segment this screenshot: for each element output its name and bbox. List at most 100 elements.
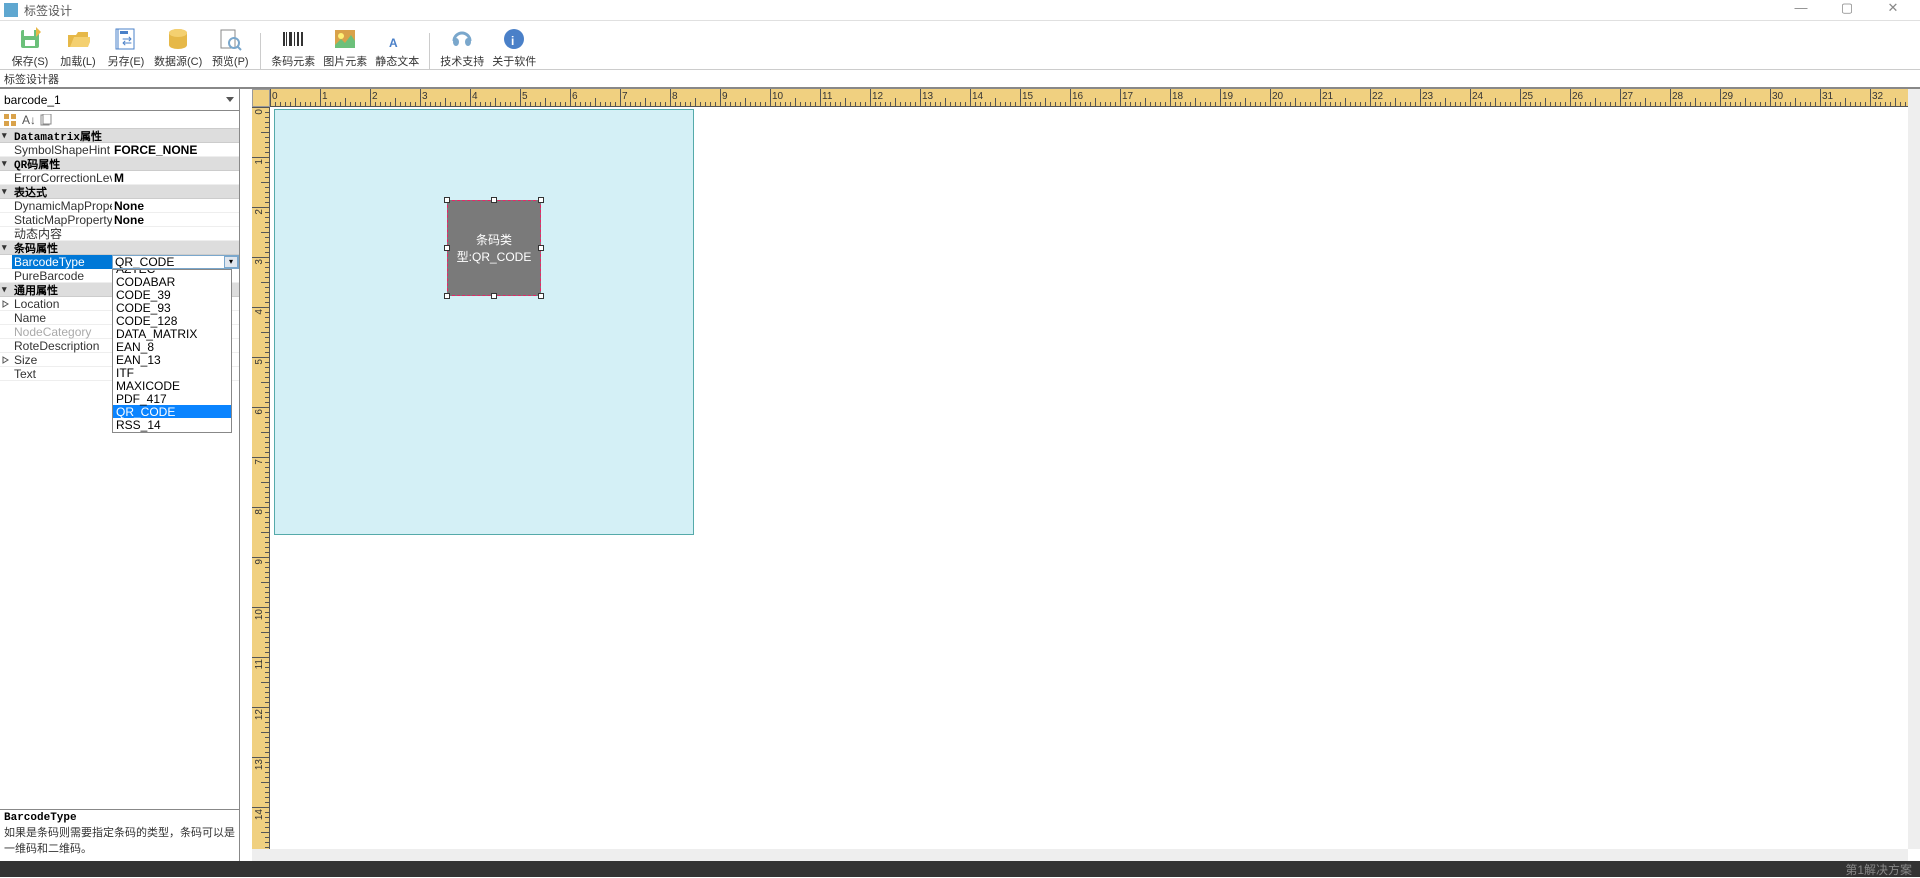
barcode-element-label: 条码类 型:QR_CODE — [457, 231, 532, 265]
svg-text:i: i — [511, 34, 514, 48]
property-grid[interactable]: Datamatrix属性SymbolShapeHintFORCE_NONEQR码… — [0, 129, 239, 809]
load-icon — [66, 27, 90, 51]
datasrc-label: 数据源(C) — [154, 53, 202, 69]
prop-value[interactable]: FORCE_NONE — [112, 143, 239, 157]
save-icon — [18, 27, 42, 51]
preview-label: 预览(P) — [212, 53, 249, 69]
preview-button[interactable]: 预览(P) — [210, 27, 250, 69]
save-label: 保存(S) — [12, 53, 49, 69]
statusbar: 第1解决方案 — [0, 861, 1920, 877]
ruler-horizontal: 0123456789101112131415161718192021222324… — [270, 89, 1908, 107]
dropdown-item-PDF_417[interactable]: PDF_417 — [113, 392, 231, 405]
prop-key: BarcodeType — [12, 255, 112, 269]
about-label: 关于软件 — [492, 53, 536, 69]
saveas-label: 另存(E) — [108, 53, 145, 69]
dropdown-item-RSS_14[interactable]: RSS_14 — [113, 418, 231, 431]
prop-key: Text — [12, 367, 112, 381]
load-button[interactable]: 加载(L) — [58, 27, 98, 69]
description-body: 如果是条码则需要指定条码的类型，条码可以是一维码和二维码。 — [4, 824, 235, 856]
dropdown-item-EAN_8[interactable]: EAN_8 — [113, 340, 231, 353]
propgrid-pages-icon[interactable] — [38, 112, 54, 128]
dropdown-item-DATA_MATRIX[interactable]: DATA_MATRIX — [113, 327, 231, 340]
prop-key: Size — [12, 353, 112, 367]
propgrid-header: A↓ — [0, 111, 239, 129]
prop-key: Location — [12, 297, 112, 311]
canvas[interactable]: 条码类 型:QR_CODE — [270, 107, 1908, 849]
dropdown-item-CODABAR[interactable]: CODABAR — [113, 275, 231, 288]
image-button[interactable]: 图片元素 — [323, 27, 367, 69]
close-button[interactable]: ✕ — [1870, 0, 1916, 20]
prop-value[interactable]: None — [112, 213, 239, 227]
datasrc-icon — [166, 27, 190, 51]
prop-key: SymbolShapeHint — [12, 143, 112, 157]
save-button[interactable]: 保存(S) — [10, 27, 50, 69]
prop-value[interactable]: QR_CODE▾ — [112, 255, 239, 269]
dropdown-item-QR_CODE[interactable]: QR_CODE — [113, 405, 231, 418]
dropdown-item-ITF[interactable]: ITF — [113, 366, 231, 379]
statusbar-text: 第1解决方案 — [1845, 861, 1912, 878]
category-表达式[interactable]: 表达式 — [0, 185, 239, 199]
text-icon: A — [385, 27, 409, 51]
saveas-icon: ⇄ — [114, 27, 138, 51]
resize-handle-n[interactable] — [491, 197, 497, 203]
prop-row-BarcodeType[interactable]: BarcodeTypeQR_CODE▾ — [0, 255, 239, 269]
barcode-label: 条码元素 — [271, 53, 315, 69]
support-icon — [450, 27, 474, 51]
categorized-view-icon[interactable] — [2, 112, 18, 128]
prop-value[interactable]: M — [112, 171, 239, 185]
saveas-button[interactable]: ⇄ 另存(E) — [106, 27, 146, 69]
dropdown-button-icon[interactable]: ▾ — [224, 256, 238, 268]
resize-handle-ne[interactable] — [538, 197, 544, 203]
resize-handle-w[interactable] — [444, 245, 450, 251]
description-title: BarcodeType — [4, 812, 235, 824]
resize-handle-s[interactable] — [491, 293, 497, 299]
text-button[interactable]: A 静态文本 — [375, 27, 419, 69]
object-selector-input[interactable] — [0, 89, 221, 110]
resize-handle-se[interactable] — [538, 293, 544, 299]
dropdown-item-CODE_39[interactable]: CODE_39 — [113, 288, 231, 301]
resize-handle-e[interactable] — [538, 245, 544, 251]
expand-icon[interactable] — [0, 356, 12, 364]
prop-key: PureBarcode — [12, 269, 112, 283]
category-Datamatrix属性[interactable]: Datamatrix属性 — [0, 129, 239, 143]
canvas-area: 0123456789101112131415161718192021222324… — [240, 89, 1920, 861]
minimize-button[interactable]: — — [1778, 0, 1824, 20]
svg-text:A↓: A↓ — [22, 114, 34, 126]
maximize-button[interactable]: ▢ — [1824, 0, 1870, 20]
barcodetype-dropdown[interactable]: AZTECCODABARCODE_39CODE_93CODE_128DATA_M… — [112, 269, 232, 433]
dropdown-item-CODE_128[interactable]: CODE_128 — [113, 314, 231, 327]
barcode-button[interactable]: 条码元素 — [271, 27, 315, 69]
dropdown-item-MAXICODE[interactable]: MAXICODE — [113, 379, 231, 392]
main-split: A↓ Datamatrix属性SymbolShapeHintFORCE_NONE… — [0, 88, 1920, 861]
about-button[interactable]: i 关于软件 — [492, 27, 536, 69]
titlebar: 标签设计 — ▢ ✕ — [0, 0, 1920, 21]
category-QR码属性[interactable]: QR码属性 — [0, 157, 239, 171]
about-icon: i — [502, 27, 526, 51]
support-label: 技术支持 — [440, 53, 484, 69]
prop-row-DynamicMapProperty[interactable]: DynamicMapPropertyNone — [0, 199, 239, 213]
ruler-corner — [252, 89, 270, 107]
svg-text:A: A — [389, 36, 398, 50]
hscrollbar[interactable] — [252, 849, 1908, 861]
window-title: 标签设计 — [24, 2, 72, 19]
alphabetical-view-icon[interactable]: A↓ — [20, 112, 36, 128]
resize-handle-sw[interactable] — [444, 293, 450, 299]
object-selector[interactable] — [0, 89, 239, 111]
ruler-vertical: 01234567891011121314 — [252, 107, 270, 849]
text-label: 静态文本 — [375, 53, 419, 69]
datasrc-button[interactable]: 数据源(C) — [154, 27, 202, 69]
category-条码属性[interactable]: 条码属性 — [0, 241, 239, 255]
preview-icon — [218, 27, 242, 51]
support-button[interactable]: 技术支持 — [440, 27, 484, 69]
dropdown-item-EAN_13[interactable]: EAN_13 — [113, 353, 231, 366]
expand-icon[interactable] — [0, 300, 12, 308]
label-page[interactable]: 条码类 型:QR_CODE — [274, 109, 694, 535]
barcode-element[interactable]: 条码类 型:QR_CODE — [447, 200, 541, 296]
resize-handle-nw[interactable] — [444, 197, 450, 203]
load-label: 加载(L) — [60, 53, 95, 69]
vscrollbar[interactable] — [1908, 89, 1920, 849]
object-selector-dropdown-icon[interactable] — [221, 89, 239, 110]
dropdown-item-CODE_93[interactable]: CODE_93 — [113, 301, 231, 314]
dropdown-resize-handle[interactable] — [113, 431, 231, 433]
prop-value[interactable]: None — [112, 199, 239, 213]
